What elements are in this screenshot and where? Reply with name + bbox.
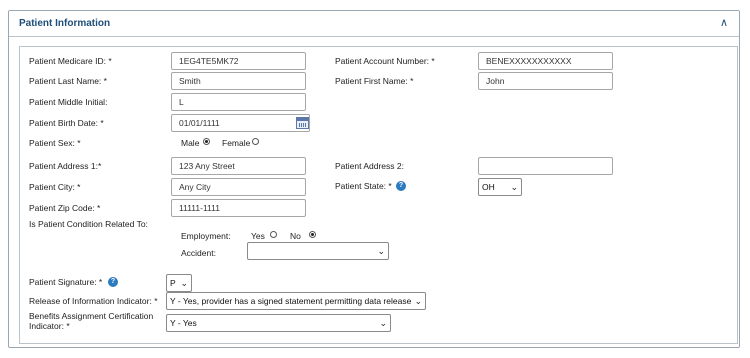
- release-label: Release of Information Indicator: *: [29, 296, 158, 306]
- release-select-value: Y - Yes, provider has a signed statement…: [170, 296, 412, 306]
- sex-male-radio[interactable]: [203, 138, 210, 145]
- middle-initial-input[interactable]: L: [171, 93, 306, 111]
- employment-no-label: No: [290, 231, 301, 241]
- first-name-input[interactable]: John: [478, 72, 613, 90]
- benefits-select-value: Y - Yes: [170, 318, 197, 328]
- signature-select[interactable]: P ⌄: [166, 274, 192, 292]
- signature-label: Patient Signature: *: [29, 277, 103, 287]
- employment-label: Employment:: [181, 231, 231, 241]
- benefits-label-line1: Benefits Assignment Certification: [29, 311, 154, 321]
- header-divider: [9, 36, 739, 37]
- panel-title: Patient Information: [19, 18, 111, 29]
- medicare-id-input[interactable]: 1EG4TE5MK72: [171, 52, 306, 70]
- signature-help-icon[interactable]: ?: [108, 277, 118, 287]
- address1-label: Patient Address 1:*: [29, 161, 102, 171]
- sex-male-label: Male: [181, 138, 200, 148]
- accident-select[interactable]: ⌄: [247, 242, 389, 260]
- calendar-icon[interactable]: [296, 117, 309, 129]
- last-name-input[interactable]: Smith: [171, 72, 306, 90]
- zip-input[interactable]: 11111-1111: [171, 199, 306, 217]
- state-select-value: OH: [482, 182, 495, 192]
- benefits-select[interactable]: Y - Yes ⌄: [166, 314, 391, 332]
- chevron-down-icon: ⌄: [180, 278, 188, 288]
- sex-label: Patient Sex: *: [29, 138, 81, 148]
- employment-yes-radio[interactable]: [270, 231, 277, 238]
- chevron-down-icon: ⌄: [377, 246, 385, 256]
- first-name-label: Patient First Name: *: [335, 76, 414, 86]
- sex-female-radio[interactable]: [252, 138, 259, 145]
- signature-select-value: P: [170, 278, 176, 288]
- middle-initial-label: Patient Middle Initial:: [29, 97, 108, 107]
- city-label: Patient City: *: [29, 182, 81, 192]
- last-name-label: Patient Last Name: *: [29, 76, 107, 86]
- zip-label: Patient Zip Code: *: [29, 203, 101, 213]
- account-number-input[interactable]: BENEXXXXXXXXXXX: [478, 52, 613, 70]
- employment-no-radio[interactable]: [309, 231, 316, 238]
- address2-label: Patient Address 2:: [335, 161, 404, 171]
- chevron-down-icon: ⌄: [379, 318, 387, 328]
- state-select[interactable]: OH ⌄: [478, 178, 522, 196]
- state-label: Patient State: *: [335, 181, 392, 191]
- condition-label: Is Patient Condition Related To:: [29, 219, 148, 229]
- birth-date-input[interactable]: 01/01/1111: [171, 114, 310, 132]
- employment-yes-label: Yes: [251, 231, 265, 241]
- chevron-down-icon: ⌄: [510, 182, 518, 192]
- address1-input[interactable]: 123 Any Street: [171, 157, 306, 175]
- release-select[interactable]: Y - Yes, provider has a signed statement…: [166, 292, 426, 310]
- birth-date-label: Patient Birth Date: *: [29, 118, 104, 128]
- state-help-icon[interactable]: ?: [396, 181, 406, 191]
- panel-header[interactable]: Patient Information ∧: [9, 11, 739, 36]
- benefits-label-line2: Indicator: *: [29, 321, 70, 331]
- account-number-label: Patient Account Number: *: [335, 56, 435, 66]
- sex-female-label: Female: [222, 138, 251, 148]
- chevron-up-icon[interactable]: ∧: [717, 16, 731, 30]
- chevron-down-icon: ⌄: [414, 296, 422, 306]
- address2-input[interactable]: [478, 157, 613, 175]
- city-input[interactable]: Any City: [171, 178, 306, 196]
- medicare-id-label: Patient Medicare ID: *: [29, 56, 112, 66]
- accident-label: Accident:: [181, 248, 216, 258]
